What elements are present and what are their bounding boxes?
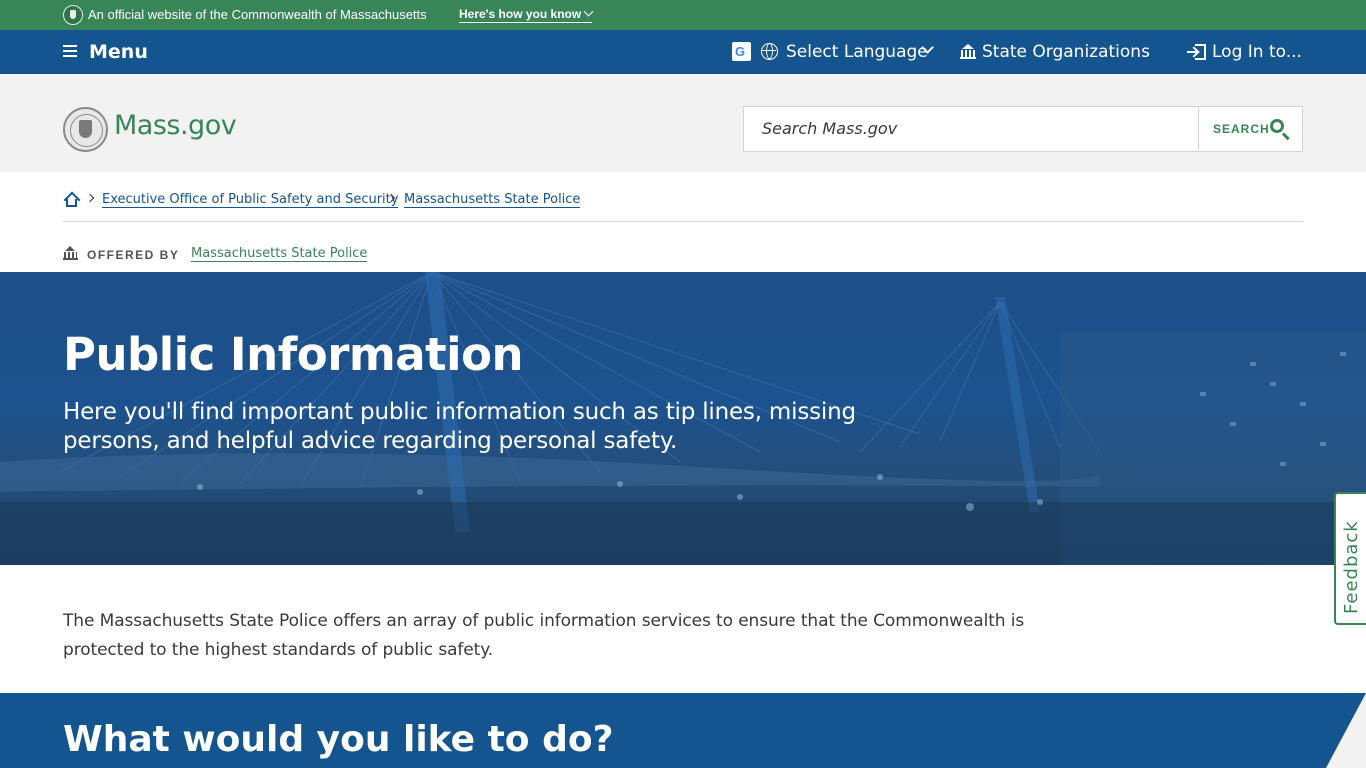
breadcrumb-divider xyxy=(63,221,1303,222)
page-subtitle: Here you'll find important public inform… xyxy=(63,399,856,454)
heres-how-you-know-link[interactable]: Here's how you know xyxy=(459,6,594,23)
globe-icon xyxy=(761,43,778,60)
login-icon xyxy=(1187,44,1207,60)
google-icon: G xyxy=(732,42,751,61)
offered-by-label: OFFERED BY xyxy=(87,248,180,262)
page-banner: Public Information Here you'll find impo… xyxy=(0,272,1366,565)
search-button[interactable]: SEARCH xyxy=(1198,107,1301,150)
section-heading: What would you like to do? xyxy=(63,719,614,760)
what-would-you-like-to-do-section: What would you like to do? xyxy=(0,693,1366,768)
feedback-label: Feedback xyxy=(1341,520,1362,614)
official-banner-text: An official website of the Commonwealth … xyxy=(88,7,427,22)
home-icon[interactable] xyxy=(63,191,80,209)
site-header: Mass.gov SEARCH xyxy=(0,74,1366,172)
page-title: Public Information xyxy=(63,328,524,381)
menu-label: Menu xyxy=(89,41,148,63)
breadcrumb-link-eopss[interactable]: Executive Office of Public Safety and Se… xyxy=(102,193,399,208)
utility-nav: Menu xyxy=(0,30,1366,74)
state-organizations-button[interactable]: State Organizations xyxy=(982,42,1150,62)
mass-seal-logo[interactable] xyxy=(63,107,108,152)
search-form: SEARCH xyxy=(743,106,1303,152)
building-icon xyxy=(63,246,78,261)
seal-icon xyxy=(63,5,83,25)
mass-gov-logo-text[interactable]: Mass.gov xyxy=(114,110,237,141)
chevron-down-icon xyxy=(583,6,594,17)
intro-paragraph: The Massachusetts State Police offers an… xyxy=(63,611,1025,660)
decorative-slant xyxy=(1326,693,1366,768)
select-language-button[interactable]: Select Language xyxy=(786,42,928,62)
search-icon xyxy=(1270,119,1284,133)
official-banner: An official website of the Commonwealth … xyxy=(0,0,1366,30)
offered-by-org-link[interactable]: Massachusetts State Police xyxy=(191,247,368,262)
login-button[interactable]: Log In to... xyxy=(1212,42,1302,62)
hamburger-icon xyxy=(63,45,77,57)
feedback-button[interactable]: Feedback xyxy=(1334,492,1366,625)
search-input[interactable] xyxy=(744,107,1198,150)
breadcrumb-link-msp[interactable]: Massachusetts State Police xyxy=(404,193,581,208)
chevron-right-icon xyxy=(85,193,95,203)
search-button-label: SEARCH xyxy=(1213,122,1270,136)
heres-how-you-know-label: Here's how you know xyxy=(459,7,582,21)
building-icon xyxy=(960,44,976,60)
